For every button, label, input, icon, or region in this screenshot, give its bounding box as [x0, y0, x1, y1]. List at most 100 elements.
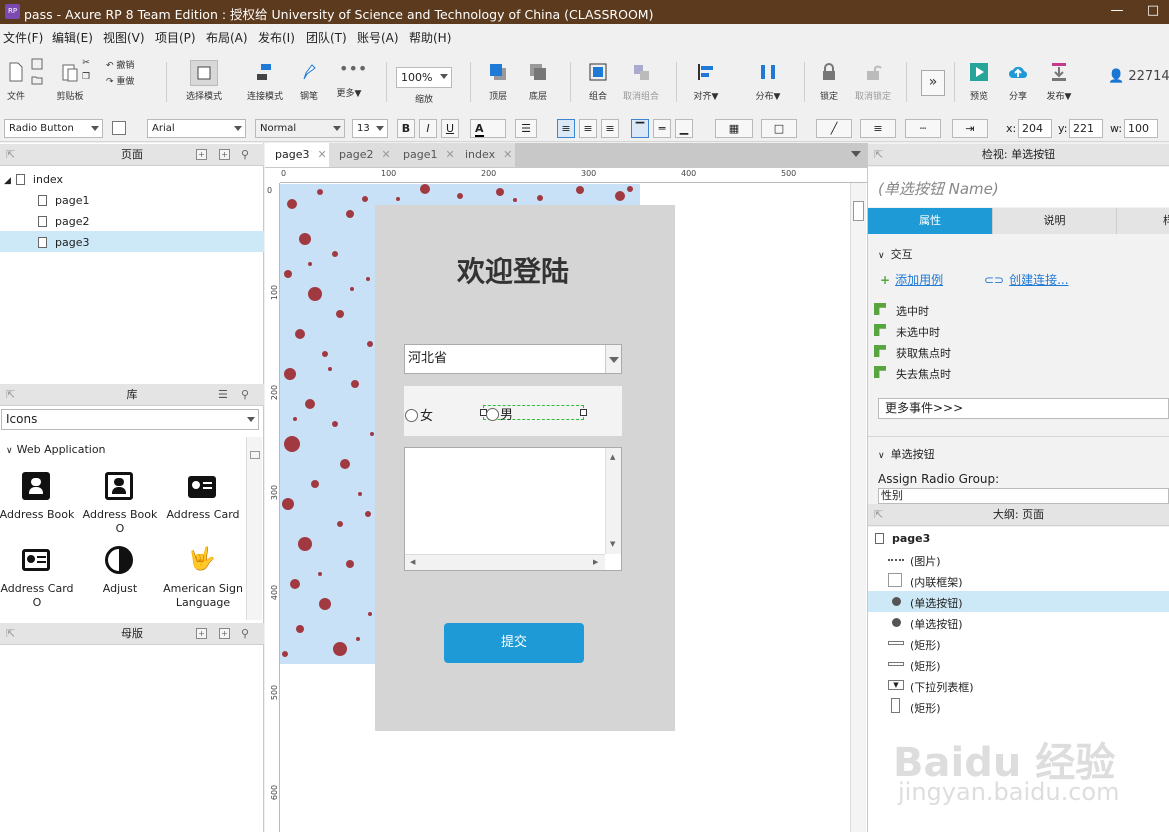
width-input[interactable]: 100 [1124, 119, 1158, 138]
publish-button[interactable]: 发布▼ [1044, 62, 1074, 102]
inspector-tab-notes[interactable]: 说明 [992, 208, 1116, 234]
pin-icon[interactable]: ⇱ [6, 623, 15, 645]
open-folder-icon[interactable] [30, 74, 44, 89]
user-account[interactable]: 👤 22714 [1108, 69, 1169, 84]
add-case-link[interactable]: + 添加用例 [880, 271, 943, 288]
line-color-icon[interactable]: ╱ [816, 119, 852, 138]
file-button[interactable]: 文件 [4, 62, 28, 102]
page-tree-item-page1[interactable]: page1 [38, 194, 89, 207]
outline-item-radio-2[interactable]: (单选按钮) [910, 616, 963, 632]
radio-male[interactable]: 男 [486, 404, 513, 423]
sign-language-icon[interactable]: 🤟 [188, 548, 216, 572]
library-group-header[interactable]: ∨ Web Application [6, 443, 106, 456]
expand-toolbar-icon[interactable]: » [921, 70, 945, 96]
inline-frame-h-scrollbar[interactable]: ◀ ▶ [405, 554, 605, 570]
search-library-icon[interactable]: ⚲ [241, 384, 249, 406]
select-mode-button[interactable]: 选择模式 [173, 60, 235, 102]
menu-layout[interactable]: 布局(A) [206, 29, 248, 46]
submit-button[interactable]: 提交 [444, 623, 584, 663]
more-events-select[interactable]: 更多事件>>> [878, 398, 1169, 419]
widget-name-field[interactable]: (单选按钮 Name) [868, 167, 1169, 207]
menu-view[interactable]: 视图(V) [103, 29, 145, 46]
y-coordinate-input[interactable]: 221 [1069, 119, 1103, 138]
pin-icon[interactable]: ⇱ [6, 384, 15, 406]
widget-style-icon[interactable] [112, 121, 126, 135]
more-button[interactable]: ••• 更多▼ [334, 61, 368, 100]
widget-type-select[interactable]: Radio Button [4, 119, 103, 138]
menu-team[interactable]: 团队(T) [306, 29, 347, 46]
radio-section-header[interactable]: ∨ 单选按钮 [878, 446, 935, 462]
tab-page1[interactable]: page1 ✕ [393, 143, 455, 167]
group-button[interactable]: 组合 [584, 62, 612, 102]
font-family-select[interactable]: Arial [147, 119, 246, 138]
unlock-button[interactable]: 取消锁定 [852, 62, 894, 102]
zoom-select[interactable]: 100% [396, 67, 452, 88]
collapse-arrow-icon[interactable]: ◢ [4, 176, 11, 186]
province-select[interactable]: 河北省 [404, 344, 622, 374]
page-tree-item-page3[interactable]: page3 [38, 236, 89, 249]
pin-icon[interactable]: ⇱ [874, 504, 883, 526]
redo-button[interactable]: ↷ 重做 [106, 74, 146, 87]
menu-account[interactable]: 账号(A) [357, 29, 399, 46]
adjust-icon[interactable] [105, 546, 133, 574]
add-master-icon[interactable]: + [196, 628, 207, 639]
shadow-icon[interactable]: □ [761, 119, 797, 138]
create-link-link[interactable]: ⊂⊃ 创建连接... [984, 271, 1069, 288]
pin-icon[interactable]: ⇱ [874, 144, 883, 166]
x-coordinate-input[interactable]: 204 [1018, 119, 1052, 138]
menu-help[interactable]: 帮助(H) [409, 29, 451, 46]
outline-page-root[interactable]: page3 [875, 532, 930, 545]
chevron-down-icon[interactable] [605, 345, 621, 373]
outline-item-rectangle-3[interactable]: (矩形) [910, 700, 941, 716]
inspector-tab-style[interactable]: 样 [1116, 208, 1169, 234]
valign-bottom-icon[interactable]: ▁ [675, 119, 693, 138]
tab-page3[interactable]: page3 ✕ [265, 143, 329, 167]
close-tab-icon[interactable]: ✕ [317, 148, 326, 161]
menu-edit[interactable]: 编辑(E) [52, 29, 93, 46]
inline-frame-v-scrollbar[interactable]: ▲ ▼ [605, 448, 621, 554]
save-icon[interactable] [30, 58, 44, 73]
search-pages-icon[interactable]: ⚲ [241, 144, 249, 166]
underline-button[interactable]: U [441, 119, 459, 138]
interaction-section-header[interactable]: ∨ 交互 [878, 246, 913, 262]
resize-handle[interactable] [580, 409, 587, 416]
tab-index[interactable]: index ✕ [455, 143, 515, 167]
close-tab-icon[interactable]: ✕ [503, 148, 512, 161]
add-master-folder-icon[interactable]: + [219, 628, 230, 639]
line-width-icon[interactable]: ≡ [860, 119, 896, 138]
pen-button[interactable]: 钢笔 [297, 62, 321, 102]
send-to-back-button[interactable]: 底层 [524, 62, 552, 102]
close-tab-icon[interactable]: ✕ [381, 148, 390, 161]
arrow-style-icon[interactable]: ⇥ [952, 119, 988, 138]
line-style-icon[interactable]: ┄ [905, 119, 941, 138]
inspector-tab-properties[interactable]: 属性 [868, 208, 992, 234]
share-button[interactable]: 分享 [1005, 62, 1031, 102]
event-on-unselected[interactable]: 未选中时 [874, 324, 940, 340]
bullet-list-icon[interactable]: ☰ [515, 119, 537, 138]
address-book-outline-icon[interactable] [105, 472, 133, 500]
clipboard-button[interactable]: 剪贴板 [54, 62, 86, 102]
canvas-scrollbar[interactable] [850, 183, 866, 832]
align-text-center-icon[interactable]: ≡ [579, 119, 597, 138]
ungroup-button[interactable]: 取消组合 [620, 62, 662, 102]
event-on-selected[interactable]: 选中时 [874, 303, 929, 319]
menu-project[interactable]: 项目(P) [155, 29, 196, 46]
valign-middle-icon[interactable]: ═ [653, 119, 671, 138]
search-masters-icon[interactable]: ⚲ [241, 623, 249, 645]
connect-mode-button[interactable]: 连接模式 [247, 62, 283, 102]
minimize-icon[interactable]: — [1100, 0, 1134, 24]
italic-button[interactable]: I [419, 119, 437, 138]
outline-item-radio-1[interactable]: (单选按钮) [910, 595, 963, 611]
valign-top-icon[interactable]: ▔ [631, 119, 649, 138]
outline-item-rectangle-2[interactable]: (矩形) [910, 658, 941, 674]
preview-button[interactable]: 预览 [966, 62, 992, 102]
radio-female[interactable]: 女 [405, 405, 433, 424]
menu-file[interactable]: 文件(F) [3, 29, 43, 46]
radio-group-input[interactable]: 性别 [878, 488, 1169, 504]
library-menu-icon[interactable]: ☰ [218, 384, 228, 406]
library-scrollbar[interactable] [246, 437, 262, 620]
copy-icon[interactable]: ❐ [80, 72, 92, 82]
add-folder-icon[interactable]: + [219, 149, 230, 160]
cut-icon[interactable]: ✂ [80, 58, 92, 68]
event-on-focus[interactable]: 获取焦点时 [874, 345, 951, 361]
